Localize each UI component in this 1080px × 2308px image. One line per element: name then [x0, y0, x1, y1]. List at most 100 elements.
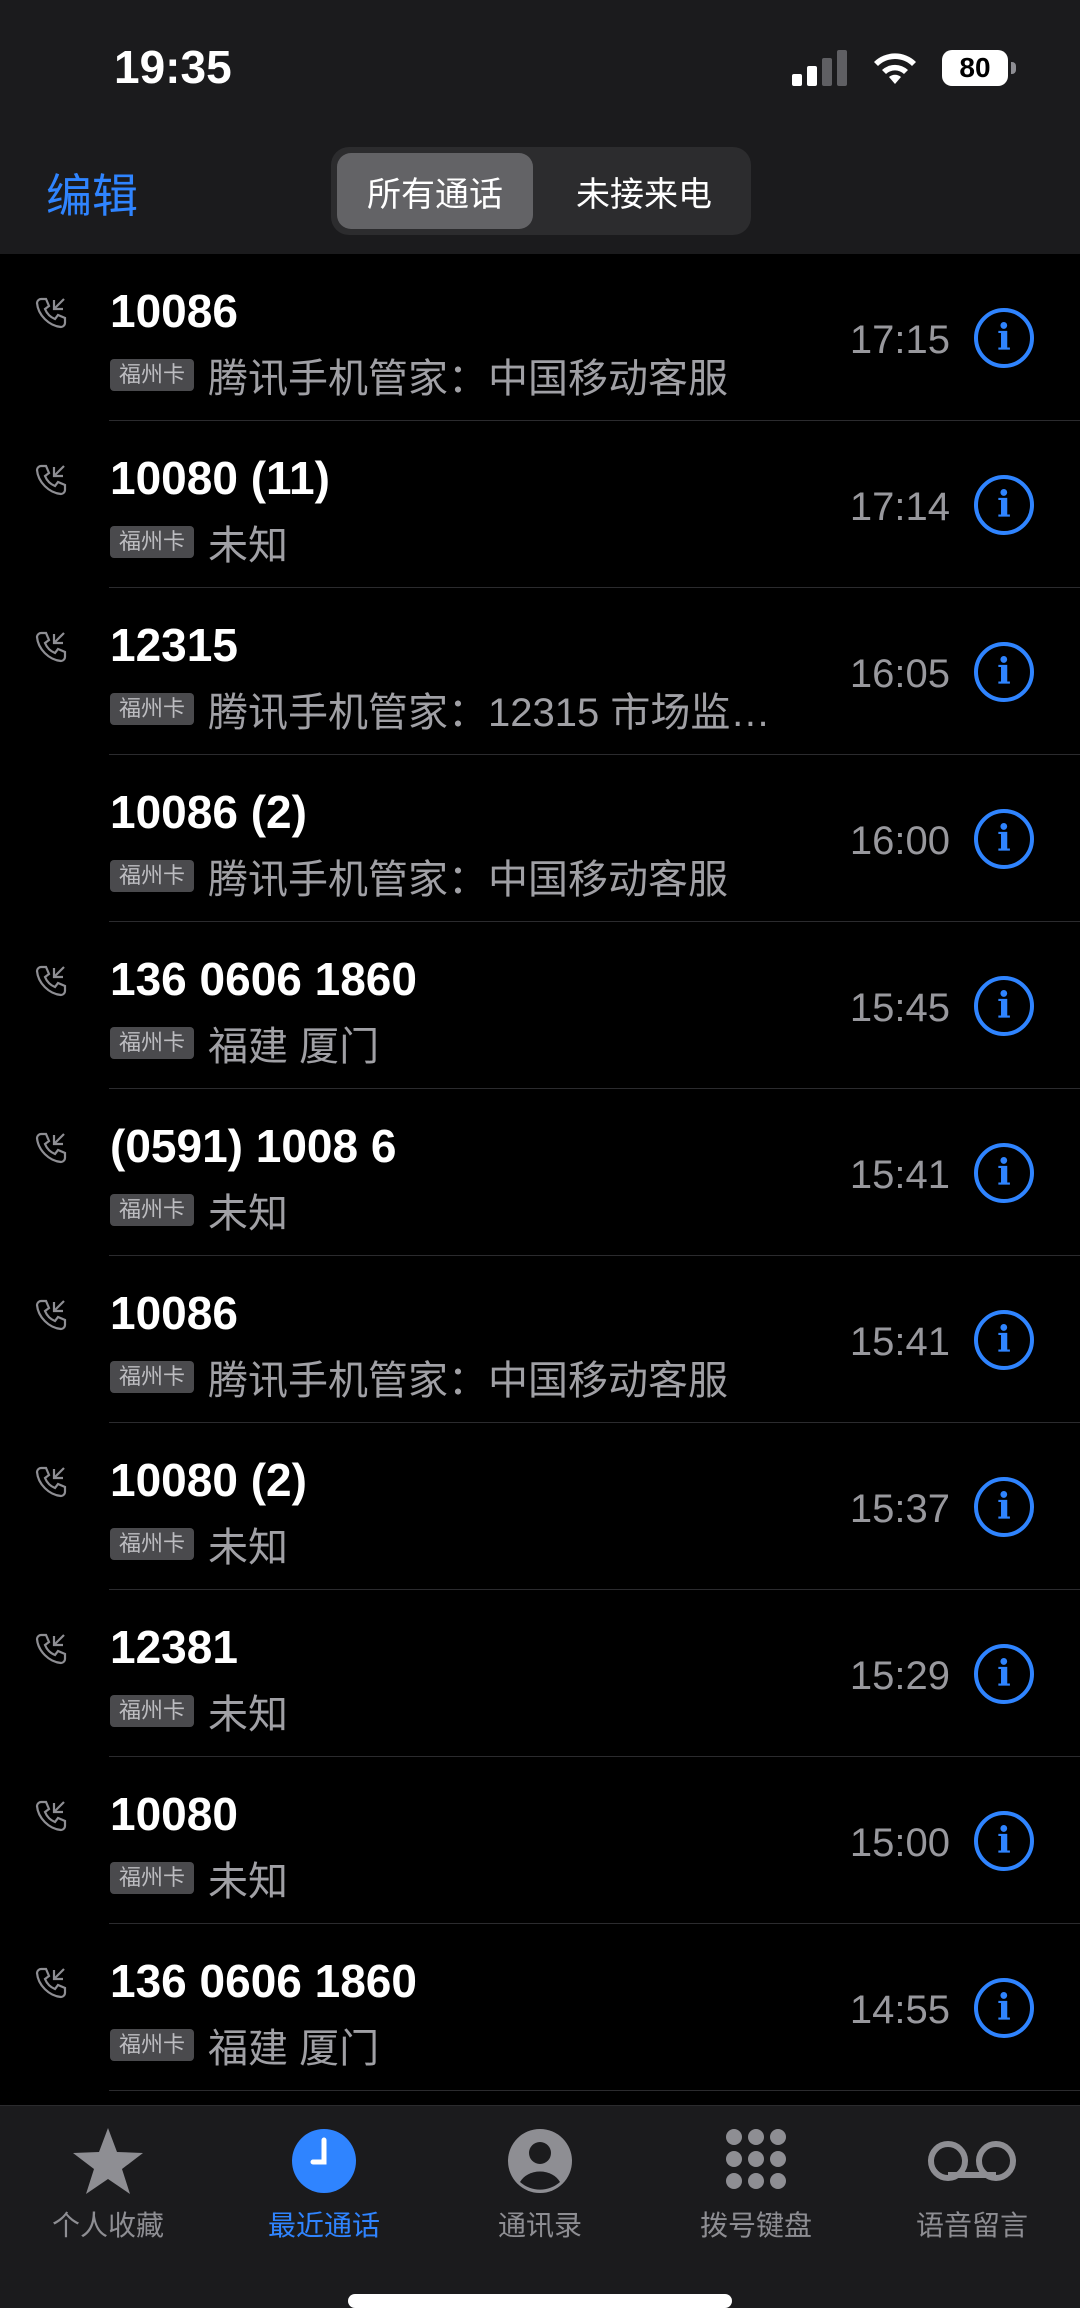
- call-subtitle: 福州卡 未知: [110, 1682, 288, 1740]
- call-detail: 未知: [208, 1192, 289, 1236]
- tab-contacts[interactable]: 通讯录: [432, 2126, 648, 2244]
- edit-button[interactable]: 编辑: [46, 160, 138, 226]
- person-icon: [508, 2129, 572, 2193]
- call-name: (0591) 1008 6: [110, 1120, 397, 1172]
- info-icon[interactable]: i: [974, 809, 1034, 869]
- sim-badge: 福州卡: [110, 1194, 195, 1226]
- call-row[interactable]: 10086 (2) 福州卡 腾讯手机管家：中国移动客服 16:00 i: [0, 755, 1080, 922]
- call-name: 136 0606 1860: [110, 1955, 417, 2007]
- call-row[interactable]: (0591) 1008 6 福州卡 未知 15:41 i: [0, 1089, 1080, 1256]
- call-time: 15:41: [849, 1320, 950, 1364]
- call-time: 15:41: [849, 1153, 950, 1197]
- call-subtitle: 福州卡 未知: [110, 1849, 288, 1907]
- outgoing-call-icon: [34, 1465, 68, 1499]
- info-icon[interactable]: i: [974, 642, 1034, 702]
- call-subtitle: 福州卡 腾讯手机管家：中国移动客服: [110, 1348, 728, 1406]
- call-time: 15:45: [849, 986, 950, 1030]
- info-icon[interactable]: i: [974, 1811, 1034, 1871]
- sim-badge: 福州卡: [110, 1528, 195, 1560]
- call-row[interactable]: 10080 (11) 福州卡 未知 17:14 i: [0, 421, 1080, 588]
- call-time: 15:00: [849, 1821, 950, 1865]
- call-time: 16:05: [849, 652, 950, 696]
- segment-all-calls[interactable]: 所有通话: [337, 153, 533, 229]
- call-name: 136 0606 1860: [110, 953, 417, 1005]
- top-bar: 19:35 80 编辑 所有通话 未接来电: [0, 0, 1080, 254]
- call-name: 12315: [110, 619, 238, 671]
- call-name: 10080 (2): [110, 1454, 307, 1506]
- tab-voicemail[interactable]: 语音留言: [864, 2126, 1080, 2244]
- call-row[interactable]: 12381 福州卡 未知 15:29 i: [0, 1590, 1080, 1757]
- info-icon[interactable]: i: [974, 1477, 1034, 1537]
- status-icons: 80: [792, 50, 1016, 86]
- call-row[interactable]: 136 0606 1860 福州卡 福建 厦门 14:55 i: [0, 1924, 1080, 2091]
- tab-bar: 个人收藏 最近通话 通讯录 拨号键盘 语音留言: [0, 2105, 1080, 2308]
- outgoing-call-icon: [34, 964, 68, 998]
- info-icon[interactable]: i: [974, 976, 1034, 1036]
- battery-icon: 80: [942, 50, 1016, 86]
- outgoing-call-icon: [34, 630, 68, 664]
- call-row[interactable]: 10080 (2) 福州卡 未知 15:37 i: [0, 1423, 1080, 1590]
- sim-badge: 福州卡: [110, 1695, 195, 1727]
- clock-icon: [292, 2129, 356, 2193]
- call-detail: 腾讯手机管家：中国移动客服: [208, 357, 729, 401]
- call-detail: 未知: [208, 1860, 289, 1904]
- wifi-icon: [874, 53, 916, 84]
- sim-badge: 福州卡: [110, 359, 195, 391]
- call-subtitle: 福州卡 未知: [110, 513, 288, 571]
- call-time: 14:55: [849, 1988, 950, 2032]
- call-row[interactable]: 10086 福州卡 腾讯手机管家：中国移动客服 17:15 i: [0, 254, 1080, 421]
- home-indicator: [348, 2294, 732, 2308]
- outgoing-call-icon: [34, 1966, 68, 2000]
- tab-keypad[interactable]: 拨号键盘: [648, 2126, 864, 2244]
- battery-level: 80: [959, 52, 991, 83]
- call-subtitle: 福州卡 未知: [110, 1181, 288, 1239]
- call-row[interactable]: 10086 福州卡 腾讯手机管家：中国移动客服 15:41 i: [0, 1256, 1080, 1423]
- call-row[interactable]: 136 0606 1860 福州卡 福建 厦门 15:45 i: [0, 922, 1080, 1089]
- call-row[interactable]: 10080 福州卡 未知 15:00 i: [0, 1757, 1080, 1924]
- info-icon[interactable]: i: [974, 1143, 1034, 1203]
- outgoing-call-icon: [34, 1799, 68, 1833]
- call-time: 15:37: [849, 1487, 950, 1531]
- call-detail: 腾讯手机管家：中国移动客服: [208, 858, 729, 902]
- tab-label: 语音留言: [915, 2210, 1028, 2241]
- outgoing-call-icon: [34, 1131, 68, 1165]
- info-icon[interactable]: i: [974, 308, 1034, 368]
- tab-favorites[interactable]: 个人收藏: [0, 2126, 216, 2244]
- info-icon[interactable]: i: [974, 475, 1034, 535]
- call-detail: 未知: [208, 524, 289, 568]
- info-icon[interactable]: i: [974, 1978, 1034, 2038]
- call-row[interactable]: 12315 福州卡 腾讯手机管家：12315 市场监… 16:05 i: [0, 588, 1080, 755]
- sim-badge: 福州卡: [110, 526, 195, 558]
- voicemail-icon: [928, 2141, 1016, 2181]
- status-time: 19:35: [114, 41, 232, 93]
- call-subtitle: 福州卡 腾讯手机管家：中国移动客服: [110, 847, 728, 905]
- call-subtitle: 福州卡 福建 厦门: [110, 1014, 379, 1072]
- info-icon[interactable]: i: [974, 1644, 1034, 1704]
- recent-calls-list: 10086 福州卡 腾讯手机管家：中国移动客服 17:15 i 10080 (11) 福州卡…: [0, 254, 1080, 2091]
- segment-missed-calls[interactable]: 未接来电: [543, 153, 745, 229]
- sim-badge: 福州卡: [110, 1361, 195, 1393]
- tab-label: 通讯录: [497, 2210, 582, 2241]
- tab-label: 个人收藏: [51, 2210, 164, 2241]
- call-detail: 福建 厦门: [208, 2027, 380, 2071]
- call-time: 16:00: [849, 819, 950, 863]
- call-time: 15:29: [849, 1654, 950, 1698]
- sim-badge: 福州卡: [110, 1027, 195, 1059]
- star-icon: [73, 2128, 143, 2194]
- call-name: 10086: [110, 285, 238, 337]
- keypad-icon: [726, 2129, 786, 2189]
- cellular-signal-icon: [792, 50, 848, 86]
- call-subtitle: 福州卡 未知: [110, 1515, 288, 1573]
- tab-label: 拨号键盘: [699, 2210, 812, 2241]
- sim-badge: 福州卡: [110, 2029, 195, 2061]
- tab-label: 最近通话: [267, 2210, 380, 2241]
- call-detail: 未知: [208, 1526, 289, 1570]
- outgoing-call-icon: [34, 1298, 68, 1332]
- sim-badge: 福州卡: [110, 1862, 195, 1894]
- call-subtitle: 福州卡 腾讯手机管家：中国移动客服: [110, 346, 728, 404]
- tab-recents[interactable]: 最近通话: [216, 2126, 432, 2244]
- info-icon[interactable]: i: [974, 1310, 1034, 1370]
- sim-badge: 福州卡: [110, 860, 195, 892]
- call-time: 17:14: [849, 485, 950, 529]
- outgoing-call-icon: [34, 296, 68, 330]
